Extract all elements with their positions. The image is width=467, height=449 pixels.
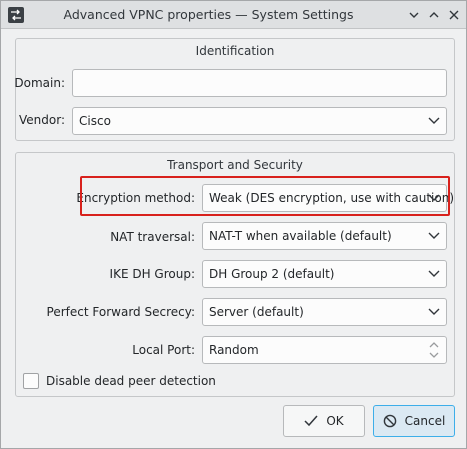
- pfs-value: Server (default): [209, 305, 304, 319]
- close-icon: [449, 10, 459, 20]
- cancel-button[interactable]: Cancel: [373, 405, 455, 437]
- dead-peer-checkbox[interactable]: [23, 373, 39, 389]
- domain-label: Domain:: [14, 76, 65, 90]
- vendor-value: Cisco: [79, 114, 111, 128]
- checkmark-icon: [304, 415, 318, 427]
- chevron-down-icon: [428, 308, 440, 315]
- ok-label: OK: [326, 414, 344, 428]
- pfs-label: Perfect Forward Secrecy:: [46, 305, 195, 319]
- chevron-down-icon: [409, 12, 419, 18]
- maximize-button[interactable]: [425, 6, 443, 24]
- network-settings-icon: [8, 7, 24, 23]
- cancel-label: Cancel: [404, 414, 446, 428]
- highlight-box: [80, 176, 450, 216]
- local-port-label: Local Port:: [132, 343, 195, 357]
- ok-button[interactable]: OK: [283, 405, 365, 437]
- nat-traversal-combo[interactable]: NAT-T when available (default): [202, 222, 447, 250]
- title-bar[interactable]: Advanced VPNC properties — System Settin…: [1, 1, 466, 29]
- ike-dh-group-combo[interactable]: DH Group 2 (default): [202, 260, 447, 288]
- window-title: Advanced VPNC properties — System Settin…: [63, 7, 354, 22]
- ike-dh-group-value: DH Group 2 (default): [209, 267, 335, 281]
- close-button[interactable]: [445, 6, 463, 24]
- chevron-down-icon: [428, 117, 440, 124]
- nat-traversal-value: NAT-T when available (default): [209, 229, 392, 243]
- identification-title: Identification: [195, 44, 275, 58]
- nat-traversal-label: NAT traversal:: [110, 230, 195, 244]
- pfs-combo[interactable]: Server (default): [202, 298, 447, 326]
- chevron-down-icon: [428, 232, 440, 239]
- chevron-down-icon: [428, 270, 440, 277]
- dialog-window: Advanced VPNC properties — System Settin…: [0, 0, 467, 449]
- local-port-value: Random: [209, 343, 259, 357]
- domain-input[interactable]: [72, 69, 447, 97]
- chevron-up-icon: [429, 12, 439, 18]
- minimize-button[interactable]: [405, 6, 423, 24]
- cancel-icon: [383, 414, 396, 428]
- transport-security-title: Transport and Security: [167, 158, 303, 172]
- local-port-spinbox[interactable]: Random: [202, 336, 447, 364]
- vendor-label: Vendor:: [19, 113, 65, 127]
- spin-arrows-icon[interactable]: [428, 340, 440, 360]
- ike-dh-group-label: IKE DH Group:: [109, 267, 195, 281]
- vendor-combo[interactable]: Cisco: [72, 107, 447, 135]
- dead-peer-label: Disable dead peer detection: [46, 374, 216, 388]
